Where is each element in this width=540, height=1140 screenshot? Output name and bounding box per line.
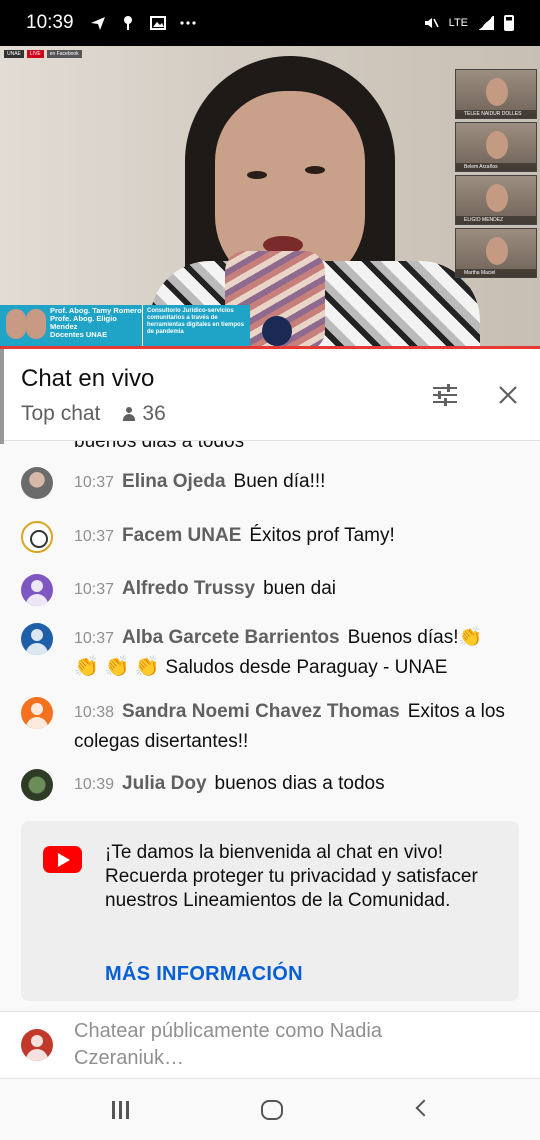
chat-title: Chat en vivo	[21, 365, 155, 392]
chat-message[interactable]: 10:37 Alba Garcete Barrientos Buenos días!…	[0, 623, 540, 682]
user-avatar	[21, 1029, 53, 1061]
message-author: Facem UNAE	[122, 525, 242, 546]
participant-tile: ELIGIO MENDEZ	[455, 175, 537, 225]
message-time: 10:37	[74, 581, 115, 598]
status-time: 10:39	[26, 12, 74, 33]
chat-message[interactable]: 10:38 Sandra Noemi Chavez Thomas Exitos a …	[0, 697, 540, 756]
message-author: Sandra Noemi Chavez Thomas	[122, 701, 400, 722]
message-time: 10:37	[74, 528, 115, 545]
chat-message[interactable]: 10:37 Facem UNAE Éxitos prof Tamy!	[0, 521, 540, 553]
welcome-text: ¡Te damos la bienvenida al chat en vivo!…	[105, 842, 478, 911]
viewer-count: 36	[122, 402, 166, 426]
chat-mode-selector[interactable]: Top chat	[21, 402, 100, 426]
chat-message[interactable]: 10:37 Alfredo Trussy buen dai	[0, 574, 540, 606]
avatar	[21, 697, 53, 729]
more-dots-icon	[179, 21, 196, 25]
participant-tile: Belem Arzaños	[455, 122, 537, 172]
avatar	[21, 769, 53, 801]
tune-icon[interactable]	[432, 383, 458, 407]
chat-header: Chat en vivo Top chat 36	[0, 349, 540, 441]
message-author: Alfredo Trussy	[122, 578, 256, 599]
badge-platform: en Facebook	[46, 50, 82, 58]
battery-icon	[504, 15, 514, 31]
message-time: 10:38	[74, 704, 115, 721]
participant-thumbnails: TELEE NAIDUR DOLLES Belem Arzaños ELIGIO…	[455, 69, 537, 281]
video-player[interactable]: UNAE LIVE en Facebook TELEE NAIDUR DOLLE…	[0, 46, 540, 348]
message-time: 10:39	[74, 776, 115, 793]
participant-name: Martha Maciel	[456, 269, 536, 277]
banner-name-2: Profe. Abog. Eligio Mendez	[50, 314, 117, 331]
avatar	[21, 574, 53, 606]
participant-name: Belem Arzaños	[456, 163, 536, 171]
participant-tile: TELEE NAIDUR DOLLES	[455, 69, 537, 119]
microphone	[262, 316, 292, 346]
message-time: 10:37	[74, 630, 115, 647]
live-badge: UNAE LIVE en Facebook	[4, 50, 82, 58]
badge-source: UNAE	[4, 50, 24, 58]
system-navigation-bar	[0, 1078, 540, 1140]
network-label: LTE	[448, 17, 468, 29]
participant-name: TELEE NAIDUR DOLLES	[456, 110, 536, 118]
scrollbar[interactable]	[0, 349, 4, 444]
avatar	[21, 467, 53, 499]
participant-tile: Martha Maciel	[455, 228, 537, 278]
message-text: buen dai	[263, 578, 336, 599]
welcome-card: ¡Te damos la bienvenida al chat en vivo!…	[21, 821, 519, 1001]
avatar	[21, 623, 53, 655]
chat-input[interactable]: Chatear públicamente como Nadia Czeraniu…	[74, 1018, 494, 1072]
notification-icons	[90, 15, 196, 31]
message-text: buenos dias a todos	[214, 773, 385, 794]
banner-avatar	[6, 309, 26, 339]
signal-icon	[478, 16, 494, 30]
message-author: Elina Ojeda	[122, 471, 226, 492]
send-icon	[90, 17, 105, 30]
recent-apps-icon[interactable]	[112, 1101, 132, 1119]
message-author: Julia Doy	[122, 773, 207, 794]
badge-live: LIVE	[26, 50, 44, 58]
more-info-link[interactable]: MÁS INFORMACIÓN	[105, 963, 303, 986]
banner-avatar	[26, 309, 46, 339]
clapping-hands-icon: 👏 👏 👏	[74, 656, 166, 678]
chat-input-bar[interactable]: Chatear públicamente como Nadia Czeraniu…	[0, 1011, 540, 1077]
close-icon[interactable]	[497, 384, 519, 406]
banner-topic: Consultorio Jurídico-servicios comunitar…	[142, 305, 250, 347]
speaker-eye	[305, 166, 325, 174]
message-time: 10:37	[74, 474, 115, 491]
message-text: Buenos días!👏	[347, 627, 483, 648]
tree-icon	[123, 16, 132, 30]
participant-name: ELIGIO MENDEZ	[456, 216, 536, 224]
viewer-count-value: 36	[142, 402, 166, 425]
image-icon	[149, 16, 166, 30]
status-right: LTE	[423, 15, 514, 31]
chat-subheader: Top chat 36	[21, 402, 166, 426]
message-text: Buen día!!!	[233, 471, 326, 492]
banner-affiliation: Docentes UNAE	[50, 330, 108, 339]
lower-third-banner: Prof. Abog. Tamy Romero Profe. Abog. Eli…	[0, 305, 250, 347]
message-text: Éxitos prof Tamy!	[249, 525, 395, 546]
home-icon[interactable]	[261, 1100, 283, 1120]
chat-message[interactable]: 10:37 Elina Ojeda Buen día!!!	[0, 467, 540, 499]
person-icon	[122, 407, 136, 421]
chat-message[interactable]: 10:39 Julia Doy buenos dias a todos	[0, 769, 540, 801]
mute-icon	[424, 18, 439, 28]
message-author: Alba Garcete Barrientos	[122, 627, 340, 648]
speaker-eye	[247, 171, 267, 179]
live-chat-panel: Chat en vivo Top chat 36 buenos dias a t…	[0, 349, 540, 1079]
back-icon[interactable]	[415, 1099, 433, 1117]
youtube-icon	[43, 846, 82, 873]
status-bar: 10:39 LTE	[0, 0, 540, 46]
message-text-continued: Saludos desde Paraguay - UNAE	[165, 657, 448, 678]
chat-message-list[interactable]: buenos dias a todos 10:37 Elina Ojeda Buen…	[0, 419, 540, 819]
avatar	[21, 521, 53, 553]
